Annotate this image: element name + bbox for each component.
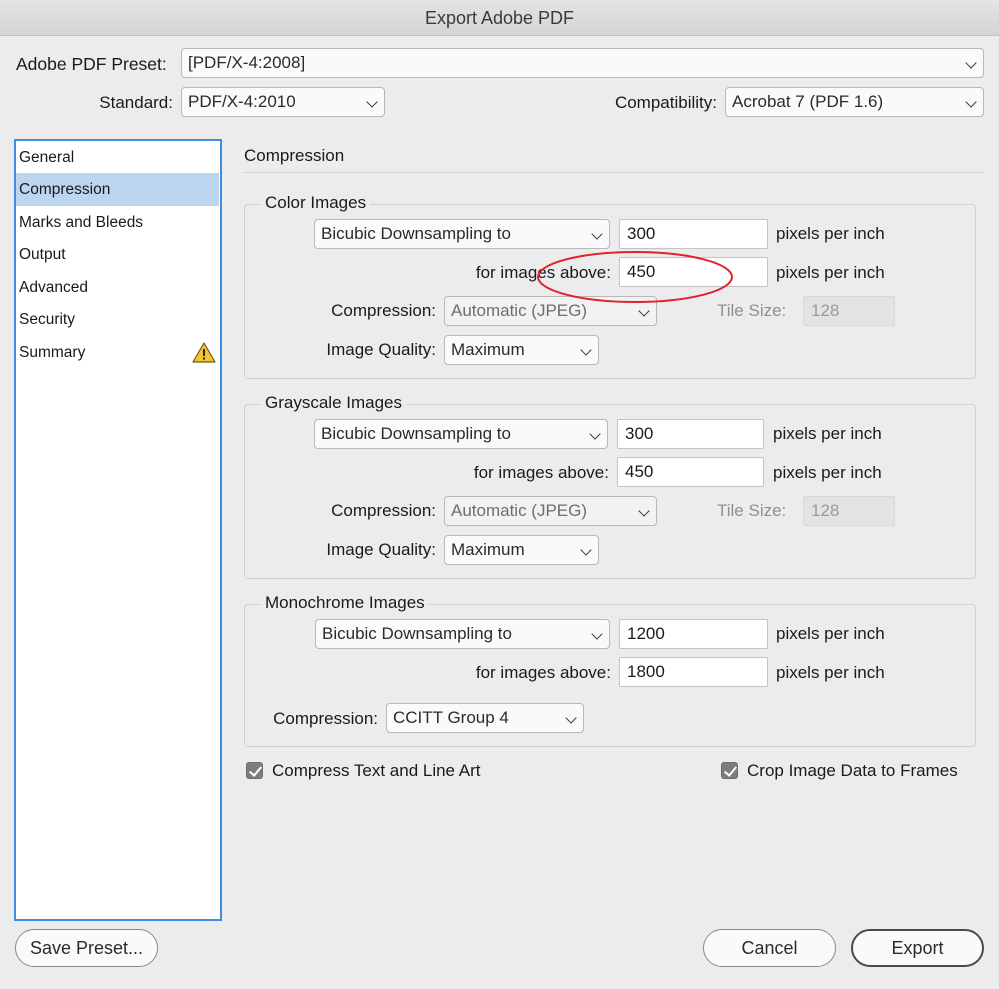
sidebar-item-security[interactable]: Security (16, 303, 219, 336)
grayscale-compression-select[interactable]: Automatic (JPEG) (444, 496, 657, 526)
preset-value: [PDF/X-4:2008] (188, 53, 306, 72)
grayscale-tile-input[interactable]: 128 (803, 496, 895, 526)
chevron-down-icon (366, 96, 378, 108)
grayscale-ppi-input[interactable]: 300 (617, 419, 764, 449)
monochrome-above-label: for images above: (475, 663, 611, 682)
select-value: Bicubic Downsampling to (321, 224, 511, 243)
monochrome-compression-label: Compression: (273, 709, 378, 728)
sidebar-item-output[interactable]: Output (16, 238, 219, 271)
sidebar-item-compression[interactable]: Compression (16, 173, 219, 206)
save-preset-button[interactable]: Save Preset... (15, 929, 158, 967)
grayscale-images-legend: Grayscale Images (261, 392, 406, 414)
window-title: Export Adobe PDF (0, 0, 999, 36)
sidebar-item-label: Compression (19, 181, 111, 198)
color-downsampling-select[interactable]: Bicubic Downsampling to (314, 219, 610, 249)
monochrome-ppi-input[interactable]: 1200 (619, 619, 768, 649)
chevron-down-icon (580, 544, 592, 556)
color-images-legend: Color Images (261, 192, 371, 214)
grayscale-downsampling-select[interactable]: Bicubic Downsampling to (314, 419, 608, 449)
standard-value: PDF/X-4:2010 (188, 92, 296, 111)
grayscale-above-unit: pixels per inch (773, 463, 882, 482)
chevron-down-icon (965, 96, 977, 108)
monochrome-downsampling-select[interactable]: Bicubic Downsampling to (315, 619, 610, 649)
compatibility-select[interactable]: Acrobat 7 (PDF 1.6) (725, 87, 984, 117)
sidebar-item-label: Security (19, 311, 75, 328)
grayscale-quality-label: Image Quality: (326, 540, 436, 559)
select-value: Automatic (JPEG) (451, 501, 588, 520)
select-value: Maximum (451, 540, 525, 559)
compress-text-label: Compress Text and Line Art (272, 761, 481, 780)
color-ppi-input[interactable]: 300 (619, 219, 768, 249)
warning-icon (192, 342, 216, 363)
color-quality-select[interactable]: Maximum (444, 335, 599, 365)
sidebar-item-marks-and-bleeds[interactable]: Marks and Bleeds (16, 206, 219, 239)
compress-text-checkbox[interactable] (246, 762, 263, 779)
standard-label: Standard: (99, 93, 173, 112)
preset-label: Adobe PDF Preset: (16, 54, 167, 74)
sidebar-item-label: Marks and Bleeds (19, 214, 144, 231)
sidebar-item-label: Summary (19, 344, 86, 361)
monochrome-compression-select[interactable]: CCITT Group 4 (386, 703, 584, 733)
color-quality-label: Image Quality: (326, 340, 436, 359)
section-divider (244, 172, 984, 173)
color-tile-input[interactable]: 128 (803, 296, 895, 326)
annotation-ellipse (537, 251, 733, 303)
standard-select[interactable]: PDF/X-4:2010 (181, 87, 385, 117)
sidebar-item-advanced[interactable]: Advanced (16, 271, 219, 304)
select-value: CCITT Group 4 (393, 708, 509, 727)
monochrome-images-legend: Monochrome Images (261, 592, 429, 614)
cancel-button[interactable]: Cancel (703, 929, 836, 967)
select-value: Bicubic Downsampling to (321, 424, 511, 443)
chevron-down-icon (638, 505, 650, 517)
select-value: Maximum (451, 340, 525, 359)
sidebar: General Compression Marks and Bleeds Out… (14, 139, 222, 921)
monochrome-ppi-unit: pixels per inch (776, 624, 885, 643)
grayscale-quality-select[interactable]: Maximum (444, 535, 599, 565)
color-ppi-unit: pixels per inch (776, 224, 885, 243)
select-value: Bicubic Downsampling to (322, 624, 512, 643)
crop-image-checkbox[interactable] (721, 762, 738, 779)
sidebar-item-summary[interactable]: Summary (16, 336, 219, 369)
chevron-down-icon (591, 228, 603, 240)
chevron-down-icon (589, 428, 601, 440)
grayscale-above-input[interactable]: 450 (617, 457, 764, 487)
grayscale-ppi-unit: pixels per inch (773, 424, 882, 443)
grayscale-tile-label: Tile Size: (717, 501, 787, 520)
preset-select[interactable]: [PDF/X-4:2008] (181, 48, 984, 78)
grayscale-compression-label: Compression: (331, 501, 436, 520)
sidebar-item-label: Output (19, 246, 66, 263)
chevron-down-icon (580, 344, 592, 356)
monochrome-above-unit: pixels per inch (776, 663, 885, 682)
chevron-down-icon (965, 57, 977, 69)
compatibility-value: Acrobat 7 (PDF 1.6) (732, 92, 884, 111)
export-button[interactable]: Export (851, 929, 984, 967)
sidebar-item-label: Advanced (19, 279, 88, 296)
color-above-unit: pixels per inch (776, 263, 885, 282)
chevron-down-icon (565, 712, 577, 724)
section-title: Compression (244, 146, 345, 165)
grayscale-above-label: for images above: (473, 463, 609, 482)
sidebar-item-label: General (19, 149, 75, 166)
chevron-down-icon (638, 305, 650, 317)
compatibility-label: Compatibility: (614, 93, 717, 112)
chevron-down-icon (591, 628, 603, 640)
monochrome-above-input[interactable]: 1800 (619, 657, 768, 687)
crop-image-label: Crop Image Data to Frames (747, 761, 958, 780)
color-compression-label: Compression: (331, 301, 436, 320)
sidebar-item-general[interactable]: General (16, 141, 219, 174)
